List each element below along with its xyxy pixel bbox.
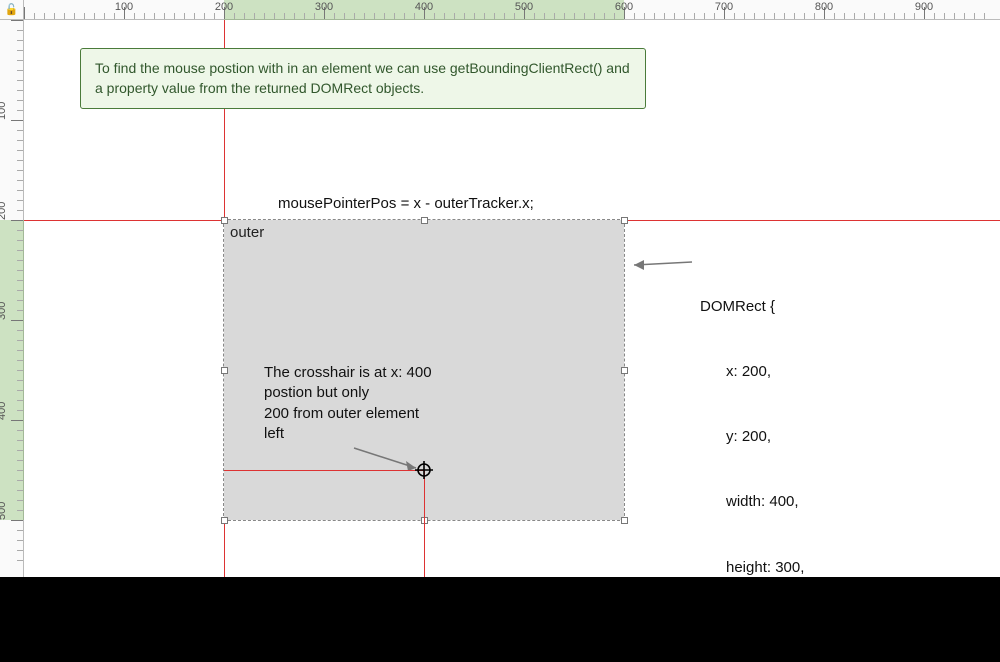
diagram-stage: 🔓 100200300400500600700800900 1002003004… bbox=[0, 0, 1000, 662]
canvas: To find the mouse postion with in an ele… bbox=[24, 20, 1000, 577]
domrect-height: height: 300, bbox=[700, 557, 809, 579]
arrow-to-domrect bbox=[24, 20, 1000, 577]
lock-icon: 🔓 bbox=[0, 0, 24, 20]
ruler-vertical: 100200300400500 bbox=[0, 20, 24, 577]
inner-guide-h bbox=[224, 470, 424, 471]
domrect-x: x: 200, bbox=[700, 361, 809, 383]
domrect-title: DOMRect { bbox=[700, 296, 809, 318]
inner-guide-v bbox=[424, 470, 425, 577]
crosshair-icon bbox=[415, 461, 433, 479]
ruler-horizontal: 100200300400500600700800900 bbox=[24, 0, 1000, 20]
domrect-y: y: 200, bbox=[700, 426, 809, 448]
bottom-bar bbox=[0, 577, 1000, 662]
domrect-width: width: 400, bbox=[700, 491, 809, 513]
